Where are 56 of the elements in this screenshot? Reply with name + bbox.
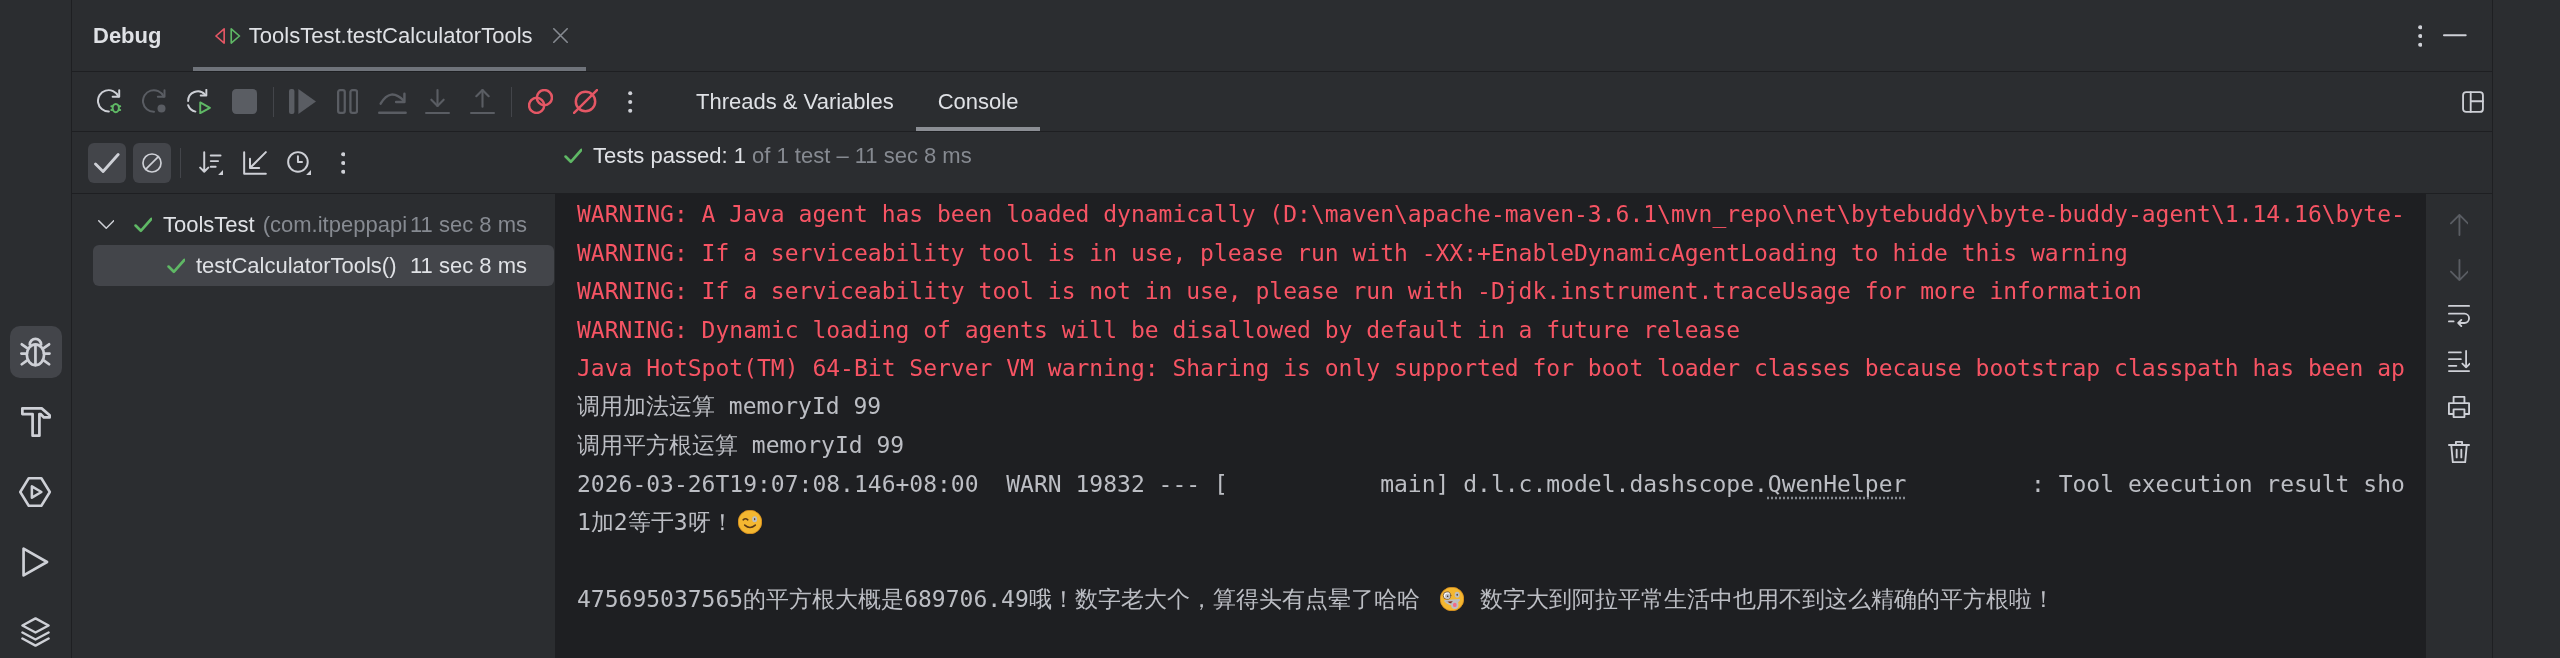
rerun-play-icon[interactable] [187, 89, 212, 114]
test-status-text: Tests passed: 1 of 1 test – 11 sec 8 ms [593, 143, 972, 169]
sort-icon[interactable] [199, 150, 223, 175]
session-tab[interactable]: ToolsTest.testCalculatorTools [193, 0, 586, 71]
test-name: ToolsTest [163, 211, 255, 238]
winking-face-icon [737, 510, 762, 535]
triangles-icon [215, 27, 241, 44]
slashed-circle-icon [142, 152, 162, 173]
chevron-icon[interactable] [97, 220, 115, 229]
error-output: WARNING: Dynamic loading of agents will be disallowed by default in a future release [577, 316, 1741, 343]
error-output: Java HotSpot(TM) 64-Bit Server VM warning: Sharing is only supported for boot loader classes because bootstrap classpath has been ap [577, 355, 2405, 382]
console-output: 调用平方根运算 memoryId 99 [577, 430, 905, 460]
play-icon [22, 547, 49, 577]
layers-icon [21, 617, 50, 647]
filter-toggle[interactable] [133, 142, 171, 183]
zany-face-icon [1439, 587, 1464, 612]
error-output: WARNING: If a serviceability tool is in use, please run with -XX:+EnableDynamicAgentLoading to hide this warning [577, 239, 2128, 266]
trash-icon[interactable] [2448, 441, 2470, 464]
more-icon[interactable] [340, 151, 346, 174]
filter-toggle[interactable] [88, 142, 126, 183]
printer-icon[interactable] [2448, 395, 2470, 418]
tool-window-button[interactable] [9, 326, 62, 378]
minimize-icon[interactable] [2443, 34, 2467, 37]
test-tree-row[interactable]: testCalculatorTools() 11 sec 8 ms [93, 245, 554, 286]
console-output: : Tool execution result sho [2029, 470, 2405, 497]
rerun-bug-icon[interactable] [97, 89, 122, 114]
overlapping-circles-icon[interactable] [528, 89, 553, 114]
hexagon-play-icon [19, 477, 52, 507]
more-icon[interactable] [628, 90, 633, 113]
scroll-to-end-icon[interactable] [2448, 350, 2470, 373]
check-icon [94, 152, 120, 173]
layout-icon[interactable] [2462, 90, 2484, 113]
more-icon[interactable] [2417, 24, 2423, 47]
panel-tab[interactable]: Threads & Variables [674, 72, 916, 131]
console-output: 475695037565的平方根大概是689706.49哦！数字老大个，算得头有点晕了哈哈 [577, 584, 1420, 614]
test-tree-row[interactable]: ToolsTest (com.itpeppapi 11 sec 8 ms [93, 204, 554, 245]
duration-text: 11 sec 8 ms [410, 211, 527, 238]
console-output: 数字大到阿拉平常生活中也用不到这么精确的平方根啦！ [1479, 584, 2055, 614]
hammer-icon [20, 407, 51, 437]
slashed-circle-icon[interactable] [573, 89, 598, 114]
collapse-icon[interactable] [243, 150, 267, 175]
duration-text: 11 sec 8 ms [410, 252, 527, 279]
soft-wrap-icon[interactable] [2448, 304, 2470, 327]
bug-icon [20, 337, 51, 367]
error-output: WARNING: If a serviceability tool is not in use, please run with -Djdk.instrument.traceUsage for more information [577, 278, 2142, 305]
panel-tab[interactable]: Console [915, 72, 1041, 131]
test-name: testCalculatorTools() [196, 252, 397, 279]
package-name: (com.itpeppapi [262, 211, 408, 238]
panel-title: Debug [93, 22, 162, 49]
error-output: WARNING: A Java agent has been loaded dynamically (D:\maven\apache-maven-3.6.1\mvn_repo\net\bytebuddy\byte-buddy-agent\1.14.16\byte- [577, 201, 2405, 228]
clock-icon[interactable] [287, 150, 311, 175]
close-icon[interactable] [552, 28, 568, 43]
console-output: 调用加法运算 memoryId 99 [577, 392, 882, 422]
console-output: 1加2等于3呀！ [577, 507, 734, 537]
class-link[interactable]: QwenHelper [1767, 470, 1907, 497]
console-output: 2026-03-26T19:07:08.146+08:00 WARN 19832 --- [ main] d.l.c.model.dashscope. [577, 470, 1768, 497]
